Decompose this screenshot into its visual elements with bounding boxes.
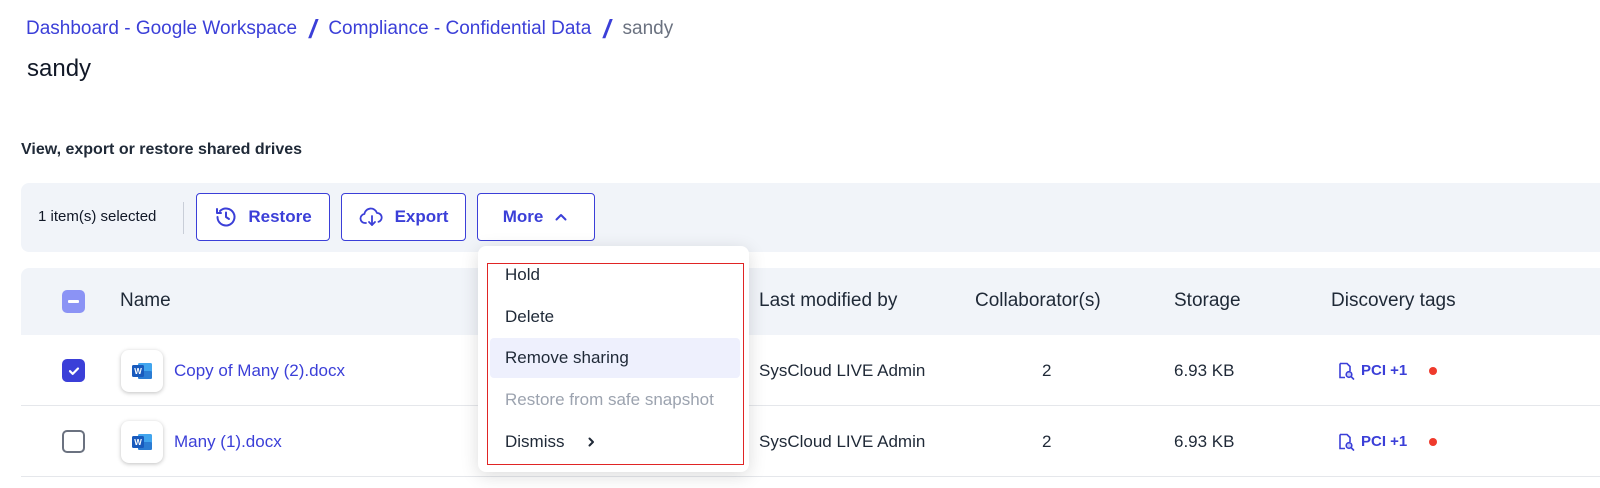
storage-size: 6.93 KB	[1174, 360, 1235, 380]
svg-text:W: W	[134, 367, 142, 376]
word-file-icon: W	[121, 349, 163, 392]
table-row[interactable]: W Copy of Many (2).docx SysCloud LIVE Ad…	[21, 335, 1600, 406]
more-dropdown-menu: Hold Delete Remove sharing Restore from …	[478, 246, 749, 472]
breadcrumb-current: sandy	[622, 18, 674, 39]
breadcrumb-separator: /	[603, 14, 611, 44]
word-file-icon: W	[121, 420, 163, 463]
table-row[interactable]: W Many (1).docx SysCloud LIVE Admin 2 6.…	[21, 406, 1600, 477]
table-header: Name Last modified by Collaborator(s) St…	[21, 268, 1600, 335]
menu-item-dismiss[interactable]: Dismiss	[490, 422, 740, 462]
document-search-icon	[1339, 433, 1355, 451]
select-all-checkbox[interactable]	[62, 290, 85, 313]
file-name-link[interactable]: Many (1).docx	[174, 432, 282, 452]
history-icon	[214, 205, 238, 229]
page-subtitle: View, export or restore shared drives	[21, 141, 303, 158]
last-modified-by: SysCloud LIVE Admin	[759, 431, 926, 451]
toolbar-divider	[183, 202, 184, 234]
column-header-discovery-tags[interactable]: Discovery tags	[1331, 290, 1456, 312]
last-modified-by: SysCloud LIVE Admin	[759, 360, 926, 380]
column-header-name[interactable]: Name	[120, 290, 171, 312]
document-search-icon	[1339, 362, 1355, 380]
file-name-link[interactable]: Copy of Many (2).docx	[174, 361, 345, 381]
cloud-download-icon	[359, 206, 385, 228]
chevron-right-icon	[585, 436, 597, 448]
menu-item-delete[interactable]: Delete	[490, 297, 740, 337]
row-checkbox[interactable]	[62, 359, 85, 382]
discovery-tags[interactable]: PCI +1	[1337, 433, 1438, 451]
breadcrumb-separator: /	[309, 14, 317, 44]
selection-count: 1 item(s) selected	[38, 208, 157, 225]
collaborators-count[interactable]: 2	[1042, 406, 1051, 477]
row-checkbox[interactable]	[62, 430, 85, 453]
breadcrumb-compliance-link[interactable]: Compliance - Confidential Data	[328, 18, 591, 40]
export-button-label: Export	[394, 207, 449, 226]
column-header-last-modified[interactable]: Last modified by	[759, 290, 897, 312]
menu-item-remove-sharing[interactable]: Remove sharing	[490, 338, 740, 378]
page-title: sandy	[27, 55, 92, 82]
selection-toolbar: 1 item(s) selected Restore Export More	[21, 183, 1600, 252]
status-dot	[1429, 366, 1438, 375]
files-table: Name Last modified by Collaborator(s) St…	[21, 268, 1600, 477]
restore-button[interactable]: Restore	[196, 193, 330, 241]
menu-item-dismiss-label: Dismiss	[505, 432, 565, 451]
storage-size: 6.93 KB	[1174, 431, 1235, 451]
discovery-tag-label: PCI +1	[1361, 433, 1408, 450]
more-button-label: More	[502, 207, 544, 226]
discovery-tags[interactable]: PCI +1	[1337, 362, 1438, 380]
discovery-tag-label: PCI +1	[1361, 362, 1408, 379]
menu-item-restore-from-safe-snapshot: Restore from safe snapshot	[505, 390, 714, 409]
more-button[interactable]: More	[477, 193, 595, 241]
menu-item-hold[interactable]: Hold	[490, 255, 740, 295]
breadcrumb: Dashboard - Google Workspace / Complianc…	[26, 16, 673, 42]
collaborators-count[interactable]: 2	[1042, 335, 1051, 406]
column-header-storage[interactable]: Storage	[1174, 290, 1241, 312]
chevron-up-icon	[553, 209, 569, 225]
column-header-collaborators[interactable]: Collaborator(s)	[975, 290, 1101, 312]
export-button[interactable]: Export	[341, 193, 466, 241]
svg-text:W: W	[134, 438, 142, 447]
restore-button-label: Restore	[248, 207, 312, 226]
breadcrumb-dashboard-link[interactable]: Dashboard - Google Workspace	[26, 18, 297, 40]
check-icon	[68, 366, 79, 375]
status-dot	[1429, 437, 1438, 446]
